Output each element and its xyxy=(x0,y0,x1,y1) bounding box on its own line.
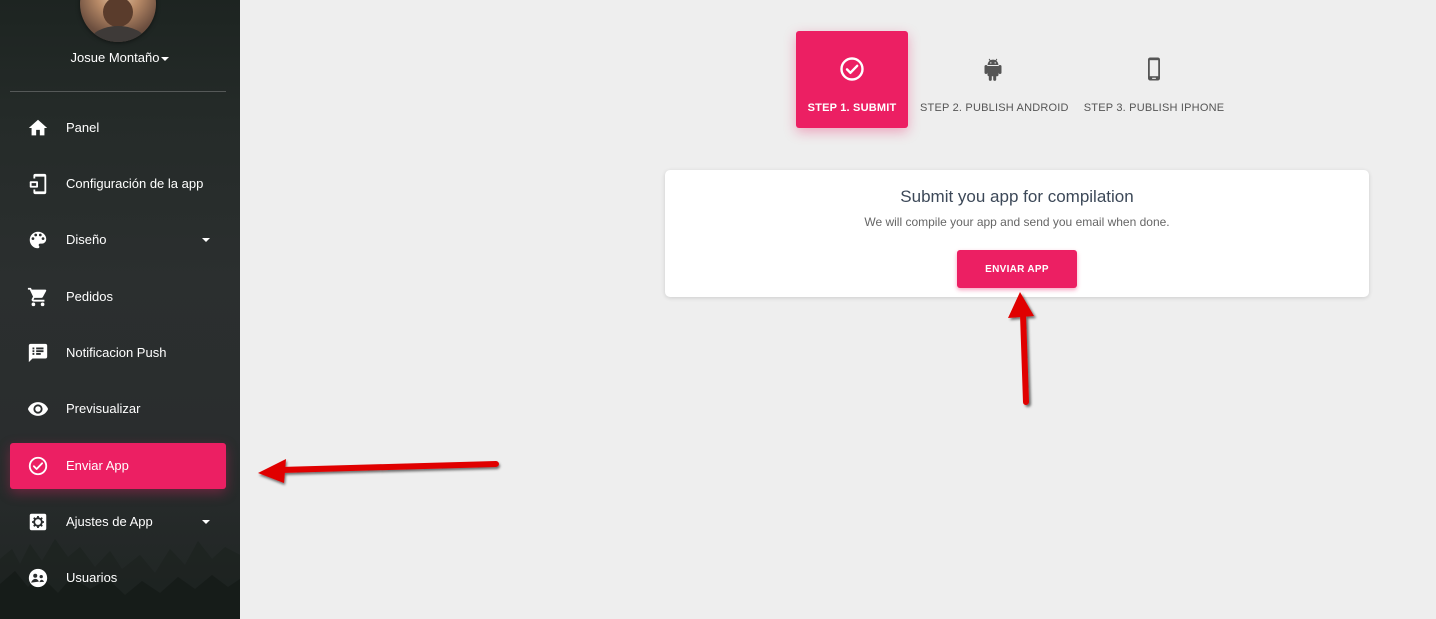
sidebar-item-pedidos[interactable]: Pedidos xyxy=(10,274,226,320)
sidebar-item-app-config[interactable]: Configuración de la app xyxy=(10,161,226,207)
sidebar-item-label: Ajustes de App xyxy=(66,514,153,529)
phone-icon xyxy=(1148,57,1160,81)
sidebar-divider xyxy=(10,91,226,92)
app-settings-icon xyxy=(29,173,47,195)
sidebar-item-enviar-app[interactable]: Enviar App xyxy=(10,443,226,489)
step-label: STEP 3. PUBLISH IPHONE xyxy=(1083,102,1225,114)
sidebar-item-push[interactable]: Notificacion Push xyxy=(10,330,226,376)
step-label: STEP 2. PUBLISH ANDROID xyxy=(920,102,1069,114)
user-profile[interactable]: Josue Montaño xyxy=(0,0,240,92)
sidebar-item-label: Notificacion Push xyxy=(66,345,167,360)
avatar-image xyxy=(90,0,146,42)
sidebar-item-label: Diseño xyxy=(66,232,107,247)
sidebar-item-label: Usuarios xyxy=(66,570,118,585)
step-publish-iphone[interactable]: STEP 3. PUBLISH IPHONE xyxy=(1080,31,1228,128)
user-name-dropdown[interactable]: Josue Montaño xyxy=(0,50,240,65)
step-publish-android[interactable]: STEP 2. PUBLISH ANDROID xyxy=(920,31,1069,128)
submit-card: Submit you app for compilation We will c… xyxy=(665,170,1369,297)
message-icon xyxy=(28,343,48,363)
cart-icon xyxy=(27,287,47,307)
sidebar-item-label: Configuración de la app xyxy=(66,176,204,191)
android-icon xyxy=(984,58,1002,81)
step-label: STEP 1. SUBMIT xyxy=(807,102,897,114)
user-name: Josue Montaño xyxy=(70,50,160,65)
palette-icon xyxy=(29,231,47,249)
sidebar-item-label: Panel xyxy=(66,120,100,135)
card-title: Submit you app for compilation xyxy=(900,187,1134,206)
sidebar-item-usuarios[interactable]: Usuarios xyxy=(10,555,226,601)
sidebar-item-diseno[interactable]: Diseño xyxy=(10,217,226,263)
caret-down-icon xyxy=(202,238,210,242)
sidebar-item-label: Enviar App xyxy=(66,458,129,473)
enviar-app-button[interactable]: ENVIAR APP xyxy=(957,250,1077,288)
sidebar-item-label: Previsualizar xyxy=(66,401,141,416)
sidebar-item-label: Pedidos xyxy=(66,289,113,304)
avatar[interactable] xyxy=(80,0,156,42)
sidebar-item-panel[interactable]: Panel xyxy=(10,105,226,151)
home-icon xyxy=(28,119,48,136)
main-content: STEP 1. SUBMIT STEP 2. PUBLISH ANDROID S… xyxy=(240,0,1436,619)
step-submit[interactable]: STEP 1. SUBMIT xyxy=(796,31,908,128)
users-icon xyxy=(28,568,48,588)
sidebar-item-preview[interactable]: Previsualizar xyxy=(10,386,226,432)
card-subtitle: We will compile your app and send you em… xyxy=(864,215,1170,229)
sidebar-item-ajustes[interactable]: Ajustes de App xyxy=(10,499,226,545)
caret-down-icon xyxy=(161,56,170,61)
caret-down-icon xyxy=(202,520,210,524)
check-circle-icon xyxy=(840,57,864,81)
sidebar: Josue Montaño Panel Configuración de la … xyxy=(0,0,240,619)
eye-icon xyxy=(27,402,49,416)
gear-icon xyxy=(29,513,47,531)
check-circle-icon xyxy=(28,456,48,476)
